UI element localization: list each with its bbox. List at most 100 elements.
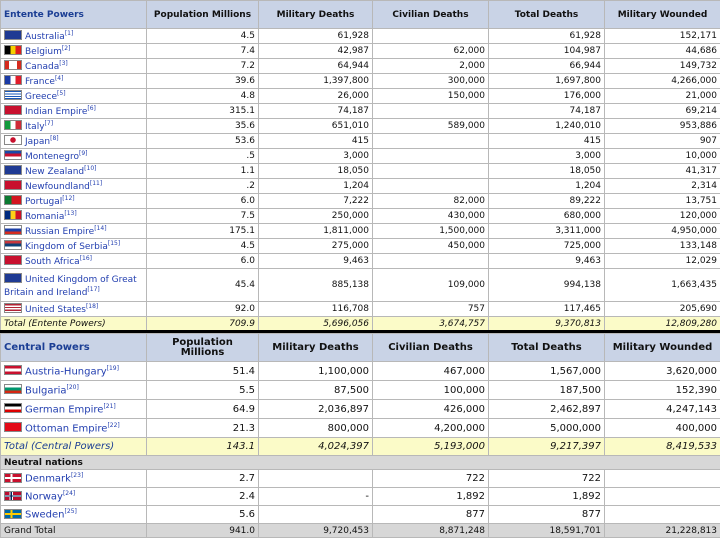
country-link[interactable]: New Zealand — [25, 167, 84, 177]
civilian-deaths-cell — [372, 103, 489, 119]
military-wounded-cell: 12,029 — [604, 253, 720, 269]
reference-link[interactable]: [18] — [86, 303, 98, 310]
country-link[interactable]: Russian Empire — [25, 227, 94, 237]
entente-powers-heading[interactable]: Entente Powers — [0, 0, 147, 29]
reference-link[interactable]: [24] — [63, 490, 75, 497]
reference-link[interactable]: [9] — [79, 150, 88, 157]
total-deaths-cell: 66,944 — [488, 58, 605, 74]
population-cell: 45.4 — [146, 268, 259, 302]
reference-link[interactable]: [2] — [62, 45, 71, 52]
reference-link[interactable]: [14] — [94, 225, 106, 232]
total-deaths-cell: 9,463 — [488, 253, 605, 269]
central-powers-heading[interactable]: Central Powers — [0, 333, 147, 362]
central-total-row: Total (Central Powers) 143.1 4,024,397 5… — [0, 437, 720, 456]
neutral-nations-heading: Neutral nations — [0, 455, 720, 470]
total-population: 143.1 — [146, 437, 259, 456]
total-deaths-header: Total Deaths — [488, 0, 605, 29]
country-link[interactable]: Sweden — [25, 510, 65, 521]
reference-link[interactable]: [17] — [87, 286, 99, 293]
reference-link[interactable]: [10] — [84, 165, 96, 172]
japan-flag-icon — [4, 135, 22, 145]
reference-link[interactable]: [12] — [62, 195, 74, 202]
country-link[interactable]: Belgium — [25, 47, 62, 57]
reference-link[interactable]: [13] — [64, 210, 76, 217]
country-link[interactable]: Ottoman Empire — [25, 423, 107, 434]
reference-link[interactable]: [8] — [50, 135, 59, 142]
country-link[interactable]: Romania — [25, 212, 64, 222]
civilian-deaths-cell: 109,000 — [372, 268, 489, 302]
central-rows: Austria-Hungary[19] 51.4 1,100,000 467,000 1… — [0, 361, 720, 438]
country-link[interactable]: Norway — [25, 492, 63, 503]
country-link[interactable]: United Kingdom of Great Britain and Irel… — [4, 275, 137, 298]
serbia-flag-icon — [4, 240, 22, 250]
military-wounded-cell: 13,751 — [604, 193, 720, 209]
military-wounded-cell: 41,317 — [604, 163, 720, 179]
portugal-flag-icon — [4, 195, 22, 205]
reference-link[interactable]: [4] — [55, 75, 64, 82]
country-cell: Greece[5] — [0, 88, 147, 104]
country-link[interactable]: Kingdom of Serbia — [25, 242, 108, 252]
country-link[interactable]: South Africa — [25, 257, 80, 267]
country-link[interactable]: Portugal — [25, 197, 62, 207]
country-link[interactable]: United States — [25, 305, 86, 315]
population-cell: 21.3 — [146, 418, 259, 438]
country-link[interactable]: Denmark — [25, 474, 71, 485]
total-deaths-cell: 1,567,000 — [488, 361, 605, 381]
reference-link[interactable]: [15] — [108, 240, 120, 247]
reference-link[interactable]: [7] — [45, 120, 54, 127]
country-link[interactable]: Canada — [25, 62, 59, 72]
reference-link[interactable]: [6] — [87, 105, 96, 112]
table-row: German Empire[21] 64.9 2,036,897 426,000 2,4… — [0, 399, 720, 419]
table-row: Australia[1] 4.5 61,928 61,928 152,171 — [0, 28, 720, 44]
country-link[interactable]: Montenegro — [25, 152, 79, 162]
total-deaths-cell: 5,000,000 — [488, 418, 605, 438]
reference-link[interactable]: [19] — [107, 365, 119, 372]
total-military-deaths: 4,024,397 — [258, 437, 373, 456]
reference-link[interactable]: [23] — [71, 472, 83, 479]
reference-link[interactable]: [11] — [90, 180, 102, 187]
ottoman-flag-icon — [4, 422, 22, 433]
civilian-deaths-cell: 430,000 — [372, 208, 489, 224]
country-cell: Ottoman Empire[22] — [0, 418, 147, 438]
reference-link[interactable]: [3] — [59, 60, 68, 67]
newfoundland-flag-icon — [4, 180, 22, 190]
military-wounded-cell: 152,171 — [604, 28, 720, 44]
total-deaths-cell: 3,000 — [488, 148, 605, 164]
country-link[interactable]: Italy — [25, 122, 45, 132]
country-link[interactable]: Bulgaria — [25, 385, 66, 396]
military-wounded-cell: 10,000 — [604, 148, 720, 164]
country-link[interactable]: Japan — [25, 137, 50, 147]
civilian-deaths-cell — [372, 178, 489, 194]
total-deaths-cell: 1,240,010 — [488, 118, 605, 134]
reference-link[interactable]: [1] — [65, 30, 74, 37]
reference-link[interactable]: [5] — [57, 90, 66, 97]
country-link[interactable]: Newfoundland — [25, 182, 90, 192]
civilian-deaths-cell — [372, 28, 489, 44]
country-link[interactable]: Australia — [25, 32, 65, 42]
country-link[interactable]: Indian Empire — [25, 107, 87, 117]
civilian-deaths-cell: 2,000 — [372, 58, 489, 74]
country-link[interactable]: Austria-Hungary — [25, 366, 107, 377]
reference-link[interactable]: [22] — [107, 422, 119, 429]
norway-flag-icon — [4, 490, 22, 501]
civilian-deaths-cell: 1,892 — [372, 487, 489, 506]
country-link[interactable]: Greece — [25, 92, 57, 102]
reference-link[interactable]: [21] — [103, 403, 115, 410]
country-link[interactable]: German Empire — [25, 404, 103, 415]
reference-link[interactable]: [16] — [80, 255, 92, 262]
total-deaths-cell: 2,462,897 — [488, 399, 605, 419]
total-deaths-cell: 117,465 — [488, 301, 605, 317]
military-wounded-cell: 69,214 — [604, 103, 720, 119]
population-cell: 64.9 — [146, 399, 259, 419]
greece-flag-icon — [4, 90, 22, 100]
table-row: Montenegro[9] .5 3,000 3,000 10,000 — [0, 148, 720, 164]
country-link[interactable]: France — [25, 77, 55, 87]
country-cell: Canada[3] — [0, 58, 147, 74]
reference-link[interactable]: [25] — [65, 508, 77, 515]
reference-link[interactable]: [20] — [66, 384, 78, 391]
military-deaths-cell — [258, 469, 373, 488]
military-wounded-cell: 133,148 — [604, 238, 720, 254]
total-deaths-cell: 74,187 — [488, 103, 605, 119]
total-deaths-cell: 722 — [488, 469, 605, 488]
total-deaths-cell: 61,928 — [488, 28, 605, 44]
